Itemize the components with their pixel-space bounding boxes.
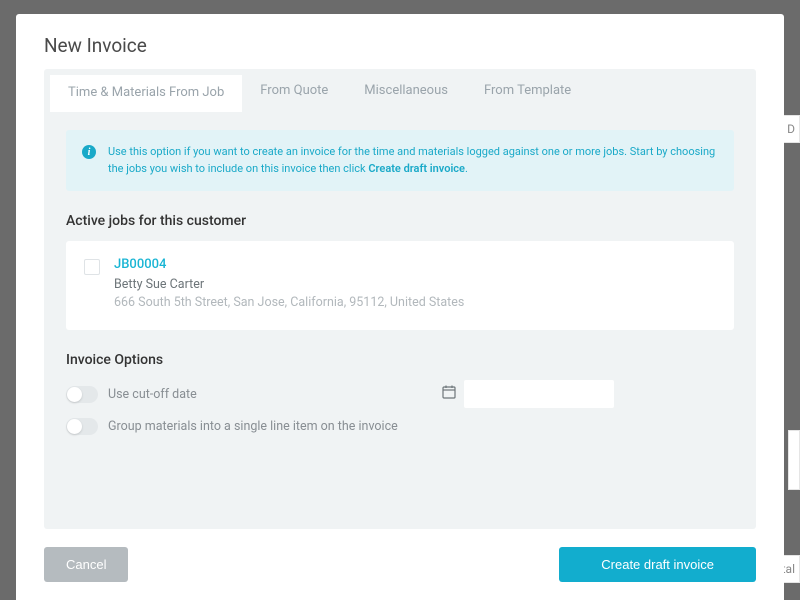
modal-footer: Cancel Create draft invoice <box>16 529 784 600</box>
tab-list: Time & Materials From Job From Quote Mis… <box>44 69 756 112</box>
tab-container: Time & Materials From Job From Quote Mis… <box>44 69 756 529</box>
group-label: Group materials into a single line item … <box>108 419 398 434</box>
info-icon: i <box>82 145 96 159</box>
background-fragment <box>788 430 800 490</box>
group-toggle[interactable] <box>66 418 98 435</box>
cutoff-date-group <box>442 380 614 408</box>
cutoff-option-row: Use cut-off date <box>66 380 734 408</box>
calendar-icon[interactable] <box>442 385 456 403</box>
modal-title: New Invoice <box>44 34 756 57</box>
job-address: 666 South 5th Street, San Jose, Californ… <box>114 295 464 310</box>
tab-time-materials[interactable]: Time & Materials From Job <box>50 75 242 112</box>
tab-miscellaneous[interactable]: Miscellaneous <box>346 69 466 112</box>
modal-header: New Invoice <box>16 14 784 69</box>
cancel-button[interactable]: Cancel <box>44 547 128 582</box>
job-checkbox[interactable] <box>84 259 100 275</box>
new-invoice-modal: New Invoice Time & Materials From Job Fr… <box>16 14 784 600</box>
info-banner: i Use this option if you want to create … <box>66 130 734 191</box>
cutoff-label: Use cut-off date <box>108 387 197 402</box>
cutoff-toggle[interactable] <box>66 386 98 403</box>
create-draft-invoice-button[interactable]: Create draft invoice <box>559 547 756 582</box>
active-jobs-title: Active jobs for this customer <box>66 213 734 229</box>
job-item: JB00004 Betty Sue Carter 666 South 5th S… <box>84 257 716 310</box>
cutoff-date-input[interactable] <box>464 380 614 408</box>
tab-panel: i Use this option if you want to create … <box>44 112 756 529</box>
job-list: JB00004 Betty Sue Carter 666 South 5th S… <box>66 241 734 330</box>
info-text: Use this option if you want to create an… <box>108 144 718 177</box>
invoice-options-title: Invoice Options <box>66 352 734 368</box>
tab-from-template[interactable]: From Template <box>466 69 589 112</box>
job-customer-name: Betty Sue Carter <box>114 277 464 292</box>
tab-from-quote[interactable]: From Quote <box>242 69 346 112</box>
group-option-row: Group materials into a single line item … <box>66 418 734 435</box>
job-id-link[interactable]: JB00004 <box>114 257 464 272</box>
